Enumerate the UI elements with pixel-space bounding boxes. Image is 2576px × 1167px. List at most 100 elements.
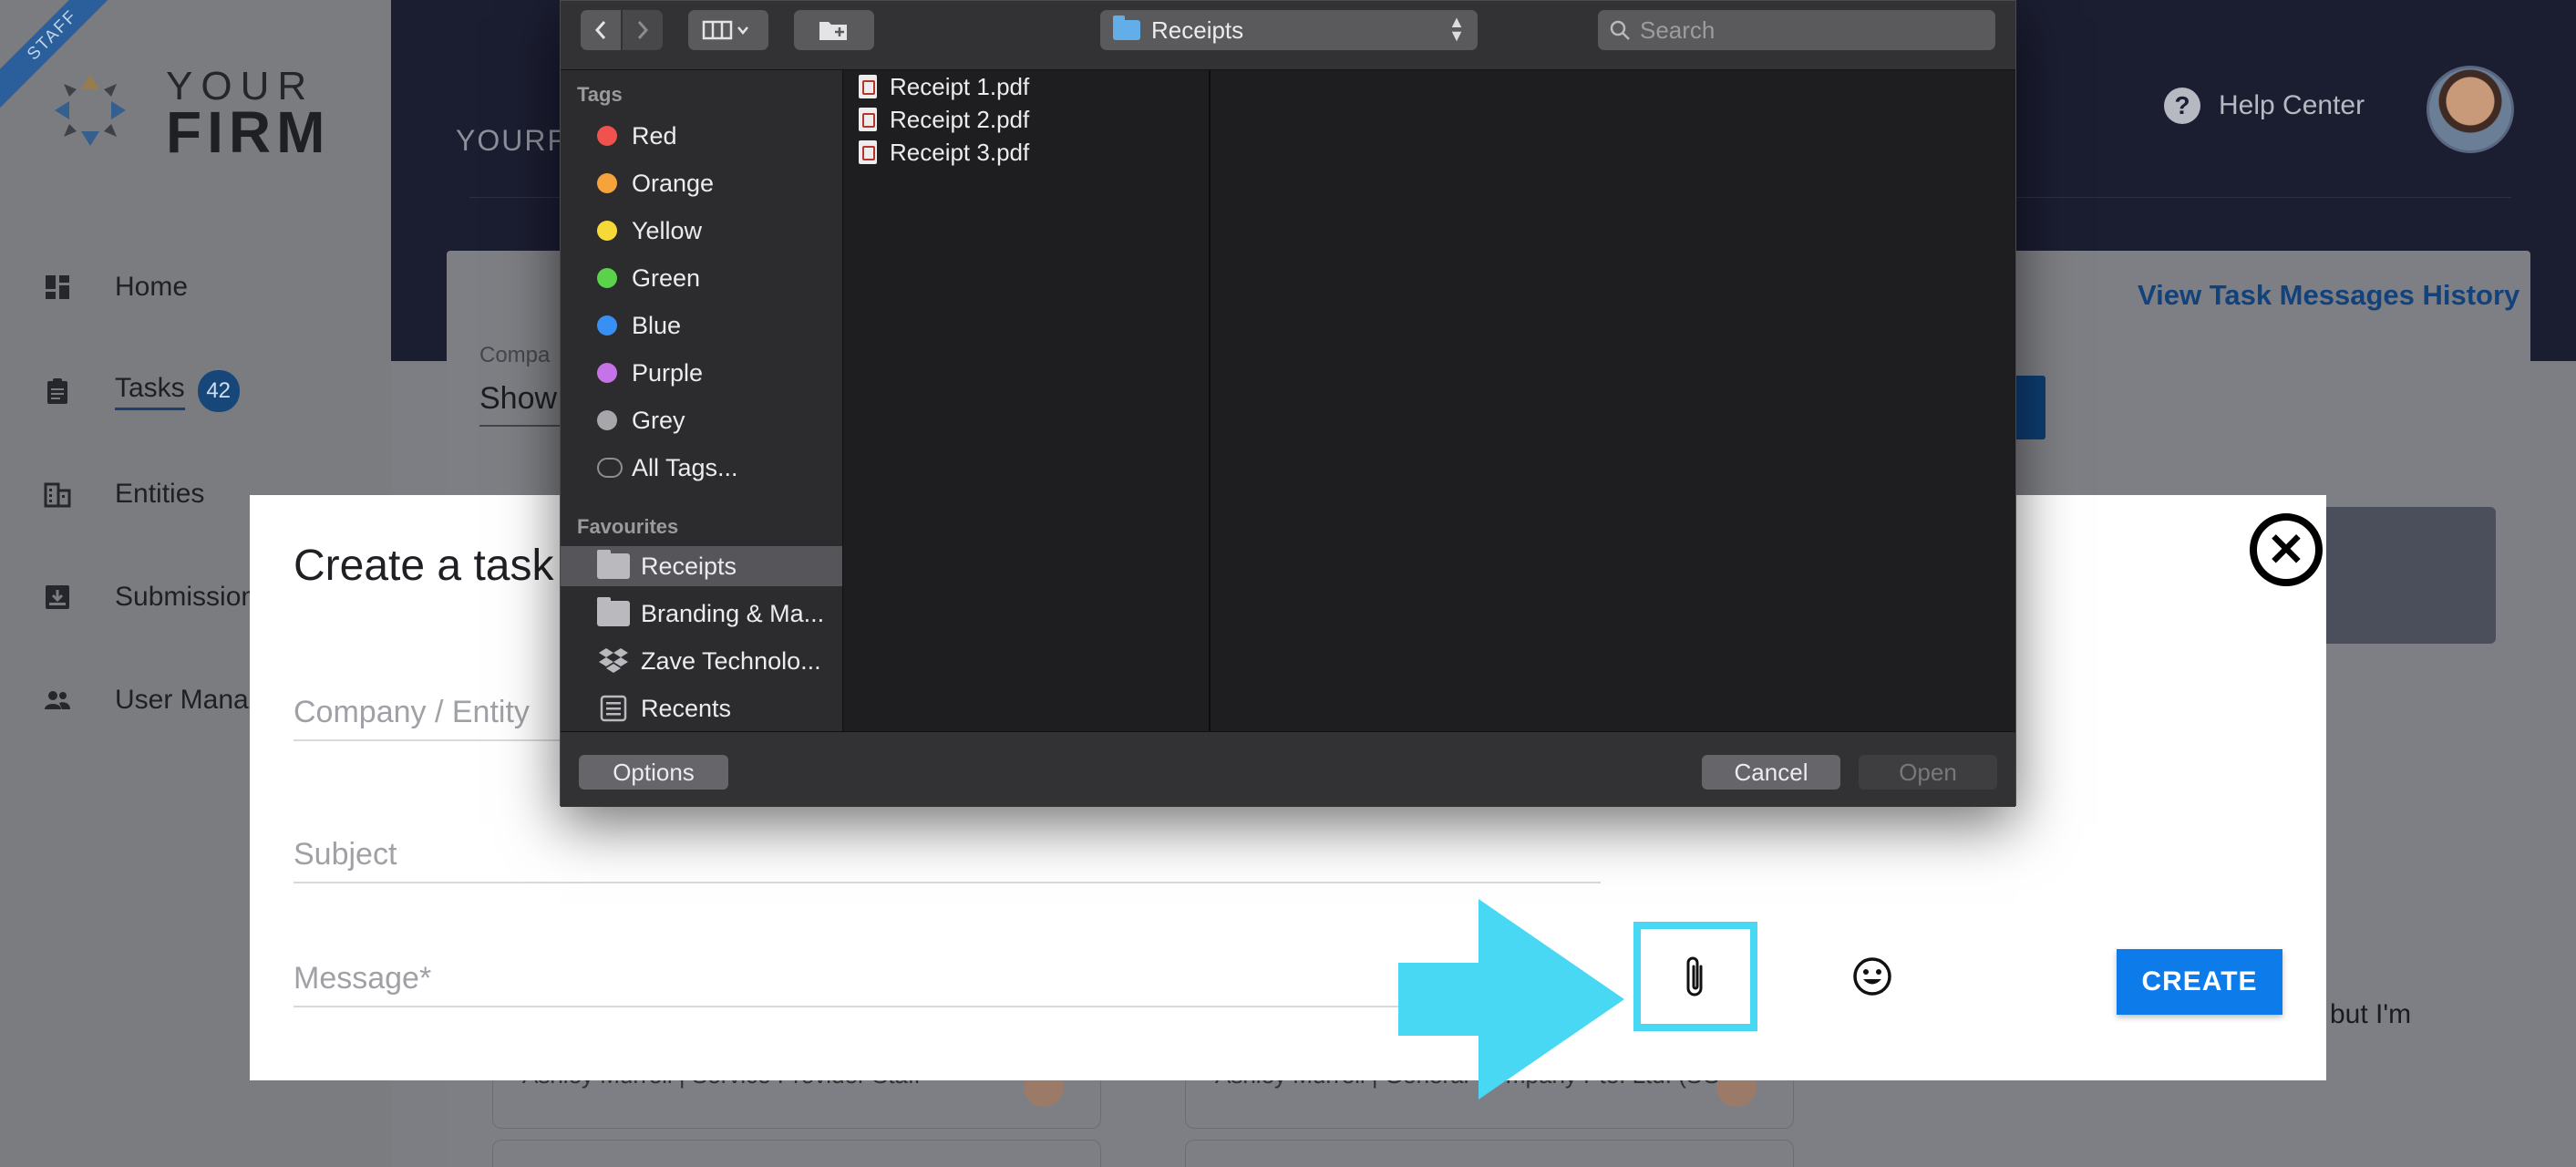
cancel-button[interactable]: Cancel	[1702, 755, 1840, 790]
file-picker-dialog: Receipts ▲▼ Tags Red Orange Yellow Green…	[560, 0, 2016, 807]
question-icon: ?	[2164, 88, 2200, 124]
search-icon	[1610, 20, 1630, 40]
columns-view-icon	[702, 20, 748, 40]
all-tags-item[interactable]: All Tags...	[561, 448, 842, 488]
favourite-receipts[interactable]: Receipts	[561, 546, 842, 586]
tag-red[interactable]: Red	[561, 116, 842, 156]
message-preview-text: but I'm	[2330, 999, 2412, 1029]
tag-label: Blue	[632, 311, 682, 339]
search-input[interactable]	[1640, 15, 1986, 45]
view-task-messages-history-link[interactable]: View Task Messages History	[2138, 279, 2519, 312]
chevron-left-icon	[594, 21, 606, 39]
modal-title: Create a task	[294, 542, 554, 590]
folder-path-popup[interactable]: Receipts ▲ ▼	[1100, 10, 1478, 50]
chevron-right-icon	[637, 21, 649, 39]
tag-label: Yellow	[632, 216, 703, 244]
sidebar-item-entities[interactable]: Entities	[44, 471, 204, 517]
file-list-column: Receipt 1.pdf Receipt 2.pdf Receipt 3.pd…	[844, 70, 1211, 731]
tasks-count-badge: 42	[197, 370, 240, 412]
avatar[interactable]	[2427, 66, 2514, 153]
tag-green[interactable]: Green	[561, 258, 842, 298]
dialog-footer: Options Cancel Open	[561, 731, 2015, 807]
tags-header: Tags	[577, 83, 623, 106]
sidebar-item-label: Entities	[115, 479, 205, 509]
tag-label: All Tags...	[632, 453, 738, 481]
company-filter-label: Compa	[479, 343, 551, 367]
favourite-label: Receipts	[641, 552, 737, 580]
file-name: Receipt 3.pdf	[890, 138, 1030, 166]
sidebar-item-label: Tasks	[115, 373, 185, 410]
back-button[interactable]	[581, 10, 621, 50]
dialog-toolbar: Receipts ▲ ▼	[561, 1, 2015, 70]
tag-dot-icon	[597, 363, 617, 383]
tag-label: Purple	[632, 358, 704, 387]
sidebar-item-submission[interactable]: Submission	[44, 574, 256, 620]
favourite-zave-technologies[interactable]: Zave Technolo...	[561, 641, 842, 681]
forward-button[interactable]	[623, 10, 663, 50]
subject-field	[294, 829, 1601, 883]
dropbox-icon	[597, 647, 630, 675]
folder-icon	[597, 597, 630, 626]
tag-dot-icon	[597, 221, 617, 241]
tag-orange[interactable]: Orange	[561, 163, 842, 203]
folder-icon	[1113, 15, 1140, 40]
tag-dot-icon	[597, 126, 617, 146]
file-name: Receipt 1.pdf	[890, 72, 1030, 100]
message-card[interactable]	[1185, 1140, 1794, 1167]
help-center-label: Help Center	[2219, 90, 2365, 120]
inbox-download-icon	[46, 585, 69, 609]
file-item[interactable]: Receipt 1.pdf	[859, 70, 1029, 103]
company-filter-value[interactable]: Show	[479, 381, 557, 417]
folder-icon	[597, 550, 630, 579]
dialog-sidebar: Tags Red Orange Yellow Green Blue Purple…	[561, 70, 843, 731]
subject-input[interactable]	[294, 829, 1601, 880]
smiley-icon	[1853, 957, 1891, 996]
sidebar-item-tasks[interactable]: Tasks 42	[44, 368, 240, 414]
current-folder-label: Receipts	[1151, 15, 1244, 44]
search-field	[1598, 10, 1995, 50]
message-card[interactable]	[492, 1140, 1101, 1167]
file-name: Receipt 2.pdf	[890, 105, 1030, 133]
view-mode-button[interactable]	[688, 10, 768, 50]
pointer-arrow-icon	[1398, 899, 1624, 1100]
open-button[interactable]: Open	[1859, 755, 1997, 790]
file-item[interactable]: Receipt 3.pdf	[859, 136, 1029, 169]
close-icon: ✕	[2267, 524, 2305, 575]
pdf-file-icon	[859, 140, 877, 164]
help-center-link[interactable]: ? Help Center	[2164, 88, 2365, 124]
tag-label: Orange	[632, 169, 715, 197]
pdf-file-icon	[859, 108, 877, 131]
attach-file-button[interactable]	[1633, 922, 1757, 1031]
preview-column	[1212, 70, 2015, 731]
close-modal-button[interactable]: ✕	[2250, 513, 2323, 586]
tag-grey[interactable]: Grey	[561, 400, 842, 440]
tag-blue[interactable]: Blue	[561, 305, 842, 346]
options-button[interactable]: Options	[579, 755, 728, 790]
tag-yellow[interactable]: Yellow	[561, 211, 842, 251]
favourites-header: Favourites	[577, 515, 679, 538]
file-item[interactable]: Receipt 2.pdf	[859, 103, 1029, 136]
sidebar-item-user-management[interactable]: User Manag	[44, 677, 263, 723]
tag-purple[interactable]: Purple	[561, 353, 842, 393]
tag-dot-icon	[597, 315, 617, 336]
new-folder-button[interactable]	[794, 10, 874, 50]
tag-dot-icon	[597, 410, 617, 430]
favourite-branding[interactable]: Branding & Ma...	[561, 594, 842, 634]
favourite-label: Branding & Ma...	[641, 599, 825, 627]
tag-label: Red	[632, 121, 677, 150]
building-icon	[44, 482, 71, 508]
header-title: YOURF	[456, 124, 567, 157]
emoji-button[interactable]	[1847, 951, 1898, 1002]
tag-dot-icon	[597, 268, 617, 288]
paperclip-icon	[1686, 956, 1703, 997]
sidebar-item-label: Submission	[115, 582, 257, 612]
sidebar-item-home[interactable]: Home	[44, 264, 188, 310]
dashboard-icon	[46, 275, 69, 299]
filter-underline	[479, 425, 562, 427]
tag-label: Grey	[632, 406, 685, 434]
clipboard-icon	[47, 378, 67, 404]
favourite-recents[interactable]: Recents	[561, 688, 842, 728]
create-button[interactable]: CREATE	[2117, 949, 2282, 1015]
favourite-label: Zave Technolo...	[641, 646, 821, 675]
sidebar-item-label: Home	[115, 272, 189, 302]
